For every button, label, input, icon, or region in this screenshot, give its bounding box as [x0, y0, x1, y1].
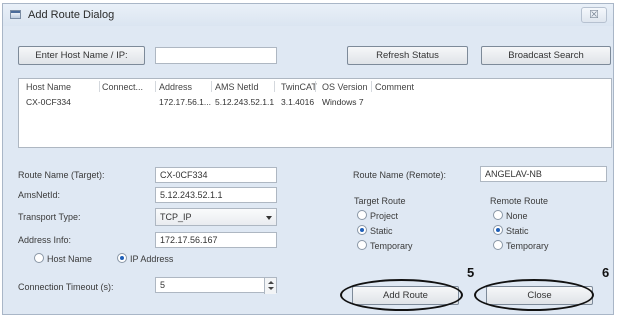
callout-number-6: 6	[602, 265, 610, 280]
column-header-host-name[interactable]: Host Name	[26, 82, 71, 92]
window-icon	[10, 10, 21, 19]
transport-type-label: Transport Type:	[18, 212, 81, 222]
spinner-icon[interactable]	[264, 278, 276, 294]
ip-address-radio-label: IP Address	[130, 254, 174, 264]
row-host-name: CX-0CF334	[26, 97, 71, 107]
amsnetid-label: AmsNetId:	[18, 190, 61, 200]
target-route-group: Target Route Project Static Temporary	[350, 196, 460, 260]
amsnetid-input[interactable]: 5.12.243.52.1.1	[155, 187, 277, 203]
route-name-target-input[interactable]: CX-0CF334	[155, 167, 277, 183]
address-info-input[interactable]: 172.17.56.167	[155, 232, 277, 248]
broadcast-search-button[interactable]: Broadcast Search	[481, 46, 611, 65]
row-address: 172.17.56.1...	[159, 97, 211, 107]
refresh-status-button[interactable]: Refresh Status	[347, 46, 468, 65]
target-route-static-radio[interactable]	[357, 225, 367, 235]
chevron-down-icon[interactable]	[266, 216, 272, 220]
remote-route-static-radio[interactable]	[493, 225, 503, 235]
host-name-input[interactable]	[155, 47, 277, 64]
add-route-highlight-ellipse	[340, 279, 463, 311]
remote-route-none-radio[interactable]	[493, 210, 503, 220]
target-route-project-label: Project	[370, 211, 399, 221]
title-bar: Add Route Dialog ☒	[3, 4, 613, 26]
host-name-radio[interactable]	[34, 253, 44, 263]
target-route-temporary-radio[interactable]	[357, 240, 367, 250]
row-ams-netid: 5.12.243.52.1.1	[215, 97, 275, 107]
window-title: Add Route Dialog	[28, 9, 115, 21]
callout-number-5: 5	[467, 265, 475, 280]
close-highlight-ellipse	[474, 279, 594, 311]
remote-route-group: Remote Route None Static Temporary	[486, 196, 596, 260]
transport-type-select[interactable]: TCP_IP	[155, 208, 277, 226]
address-info-label: Address Info:	[18, 235, 72, 245]
column-header-connect[interactable]: Connect...	[102, 82, 143, 92]
target-route-project-radio[interactable]	[357, 210, 367, 220]
column-header-comment[interactable]: Comment	[375, 82, 414, 92]
column-header-os-version[interactable]: OS Version	[322, 82, 368, 92]
close-icon[interactable]: ☒	[581, 7, 607, 23]
remote-route-temporary-label: Temporary	[506, 241, 549, 251]
remote-route-static-label: Static	[506, 226, 529, 236]
target-route-static-label: Static	[370, 226, 393, 236]
route-name-remote-label: Route Name (Remote):	[353, 170, 447, 180]
remote-route-temporary-radio[interactable]	[493, 240, 503, 250]
row-twincat: 3.1.4016	[281, 97, 315, 107]
connection-timeout-label: Connection Timeout (s):	[18, 282, 114, 292]
row-os-version: Windows 7	[322, 97, 364, 107]
column-header-ams-netid[interactable]: AMS NetId	[215, 82, 259, 92]
target-route-temporary-label: Temporary	[370, 241, 413, 251]
target-route-title: Target Route	[354, 196, 406, 206]
connection-timeout-stepper[interactable]: 5	[155, 277, 277, 294]
column-header-twincat[interactable]: TwinCAT	[281, 82, 317, 92]
column-header-address[interactable]: Address	[159, 82, 192, 92]
transport-type-value: TCP_IP	[160, 212, 192, 222]
enter-host-button[interactable]: Enter Host Name / IP:	[18, 46, 145, 65]
host-list[interactable]: Host Name Connect... Address AMS NetId T…	[18, 78, 612, 148]
host-name-radio-label: Host Name	[47, 254, 93, 264]
route-name-remote-input[interactable]: ANGELAV-NB	[480, 166, 607, 182]
ip-address-radio[interactable]	[117, 253, 127, 263]
route-name-target-label: Route Name (Target):	[18, 170, 105, 180]
connection-timeout-value: 5	[160, 280, 166, 290]
remote-route-none-label: None	[506, 211, 528, 221]
remote-route-title: Remote Route	[490, 196, 549, 206]
